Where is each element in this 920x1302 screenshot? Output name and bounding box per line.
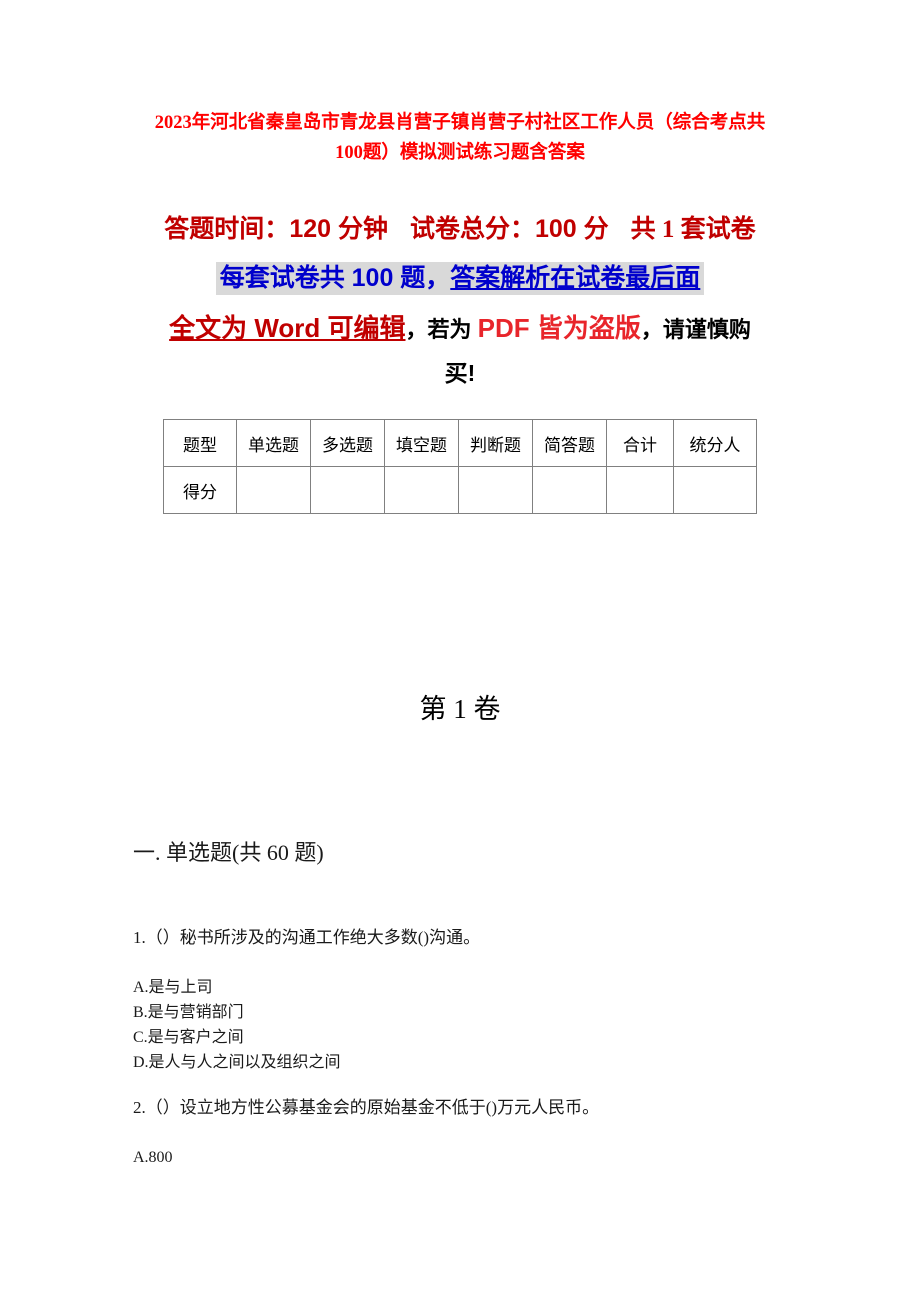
table-header-cell-single-choice: 单选题 — [236, 419, 311, 467]
table-header-cell-total: 合计 — [606, 419, 674, 467]
duration-label: 答题时间： — [164, 216, 290, 243]
pdf-piracy-text: PDF 皆为盗版 — [477, 313, 641, 343]
score-cell-multi-choice[interactable] — [310, 466, 385, 514]
table-row-label-score: 得分 — [163, 466, 237, 514]
copyright-conjunction: ，若为 — [405, 317, 478, 342]
table-header-cell-scorer: 统分人 — [673, 419, 757, 467]
question-2-options: A.800 — [133, 1145, 173, 1170]
question-2-text: 2.（）设立地方性公募基金会的原始基金不低于()万元人民币。 — [133, 1098, 600, 1117]
volume-heading: 第 1 卷 — [419, 694, 501, 724]
exam-info-line-duration: 答题时间：120 分钟 试卷总分：100 分共 1 套试卷 — [60, 212, 860, 247]
question-1-option-c[interactable]: C.是与客户之间 — [133, 1025, 341, 1050]
question-1-text: 1.（）秘书所涉及的沟通工作绝大多数()沟通。 — [133, 928, 481, 947]
question-1-option-b[interactable]: B.是与营销部门 — [133, 1000, 341, 1025]
question-1-option-d[interactable]: D.是人与人之间以及组织之间 — [133, 1050, 341, 1075]
score-cell-fill-blank[interactable] — [384, 466, 459, 514]
score-cell-scorer[interactable] — [673, 466, 757, 514]
set-count-text: 共 1 套试卷 — [630, 216, 756, 243]
purchase-warning-continuation: 买! — [444, 360, 476, 386]
table-header-cell-fill-blank: 填空题 — [384, 419, 459, 467]
total-score-value: 100 分 — [535, 215, 609, 243]
answers-highlight: 每套试卷共 100 题，答案解析在试卷最后面 — [215, 262, 705, 295]
document-page: 2023年河北省秦皇岛市青龙县肖营子镇肖营子村社区工作人员（综合考点共100题）… — [0, 0, 920, 1302]
table-header-cell-short-answer: 简答题 — [532, 419, 607, 467]
table-header-cell-type: 题型 — [163, 419, 237, 467]
score-cell-short-answer[interactable] — [532, 466, 607, 514]
word-editable-text: 全文为 Word 可编辑 — [169, 313, 406, 343]
total-score-label: 试卷总分： — [409, 216, 535, 243]
table-row: 题型 单选题 多选题 填空题 判断题 简答题 合计 统分人 — [163, 419, 757, 467]
score-table: 题型 单选题 多选题 填空题 判断题 简答题 合计 统分人 得分 — [163, 419, 757, 514]
purchase-warning-text: ，请谨慎购 — [640, 317, 751, 342]
score-cell-single-choice[interactable] — [236, 466, 311, 514]
score-cell-true-false[interactable] — [458, 466, 533, 514]
table-header-cell-multi-choice: 多选题 — [310, 419, 385, 467]
duration-value: 120 分钟 — [289, 215, 388, 243]
question-count-text: 每套试卷共 100 题， — [219, 264, 451, 292]
section-heading-single-choice: 一. 单选题(共 60 题) — [133, 840, 324, 865]
score-cell-total[interactable] — [606, 466, 674, 514]
exam-info-line-copyright: 全文为 Word 可编辑，若为 PDF 皆为盗版，请谨慎购 — [60, 310, 860, 348]
answers-location-text: 答案解析在试卷最后面 — [450, 264, 701, 292]
exam-info-line-answers: 每套试卷共 100 题，答案解析在试卷最后面 — [60, 262, 860, 295]
question-2-option-a[interactable]: A.800 — [133, 1145, 173, 1170]
table-header-cell-true-false: 判断题 — [458, 419, 533, 467]
page-title: 2023年河北省秦皇岛市青龙县肖营子镇肖营子村社区工作人员（综合考点共100题）… — [154, 113, 766, 163]
table-row: 得分 — [163, 466, 757, 514]
question-1-options: A.是与上司 B.是与营销部门 C.是与客户之间 D.是人与人之间以及组织之间 — [133, 975, 341, 1075]
question-1-option-a[interactable]: A.是与上司 — [133, 975, 341, 1000]
